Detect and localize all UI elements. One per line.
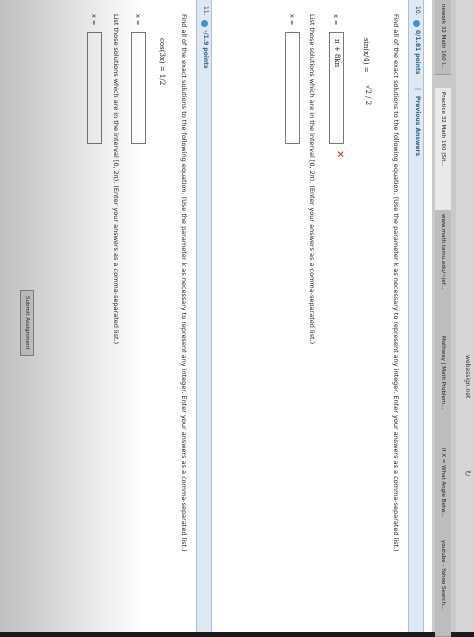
q10-prompt: Find all of the exact solutions to the f…: [392, 14, 400, 552]
q11-number: 11.: [202, 6, 209, 16]
address-bar[interactable]: webassign.net ↻: [456, 0, 474, 632]
reload-icon[interactable]: ↻: [463, 470, 472, 477]
tab-strip: nework 32 Math 160 I... Practice 32 Math…: [432, 0, 455, 637]
q11-x-label: x =: [134, 14, 142, 26]
q11-equation: cos(3x) = 1/2: [158, 38, 166, 86]
q10-interval-input[interactable]: [285, 32, 300, 144]
q10-equation-lhs: sin(x/4) =: [362, 38, 370, 73]
incorrect-icon: ✕: [334, 150, 345, 159]
q11-list-prompt: List those solutions which are in the in…: [112, 14, 120, 345]
tab-1[interactable]: nework 32 Math 160 I...: [435, 0, 451, 75]
q10-answer-input[interactable]: π + 8kπ: [329, 32, 344, 144]
tab-3[interactable]: www.math.tamu.edu/~jef...: [435, 210, 451, 335]
photo-of-screen: webassign.net ↻ nework 32 Math 160 I... …: [0, 0, 474, 637]
url-text: webassign.net: [464, 355, 471, 399]
q10-answer-value: π + 8kπ: [333, 39, 341, 68]
tab-6[interactable]: youtube - Yahoo Search...: [435, 536, 451, 637]
q11-header: 11. -/1.9 points: [196, 0, 212, 632]
tab-2[interactable]: Practice 32 Math 160 (Sit...: [435, 88, 451, 213]
q11-status-icon: [201, 20, 208, 27]
q11-answer-input[interactable]: [131, 32, 146, 144]
q10-separator: |: [414, 88, 421, 91]
q11-interval-input[interactable]: [87, 32, 102, 144]
q10-header: 10. 0/1.81 points | Previous Answers: [408, 0, 424, 632]
browser-chrome: webassign.net ↻ nework 32 Math 160 I... …: [431, 0, 474, 637]
q10-list-prompt: List those solutions which are in the in…: [308, 14, 316, 345]
q10-number: 10.: [414, 6, 421, 16]
q10-x-label-2: x =: [288, 14, 296, 26]
q10-status-icon: [413, 20, 420, 27]
q11-x-label-2: x =: [90, 14, 98, 26]
q11-points: -/1.9 points: [202, 30, 209, 69]
tab-5[interactable]: If X = What Angle Betw...: [435, 444, 451, 539]
q10-points: 0/1.81 points: [414, 30, 421, 75]
q10-equation-rhs: √2 / 2: [364, 85, 372, 106]
q10-previous-answers[interactable]: Previous Answers: [414, 96, 421, 156]
page-content: 10. 0/1.81 points | Previous Answers Fin…: [0, 0, 432, 632]
submit-assignment-button[interactable]: Submit Assignment: [20, 290, 34, 356]
q10-x-label: x =: [332, 14, 340, 26]
q11-prompt: Find all of the exact solutions to the f…: [180, 14, 188, 552]
tab-4[interactable]: Mathway | Math Problem...: [435, 332, 451, 447]
